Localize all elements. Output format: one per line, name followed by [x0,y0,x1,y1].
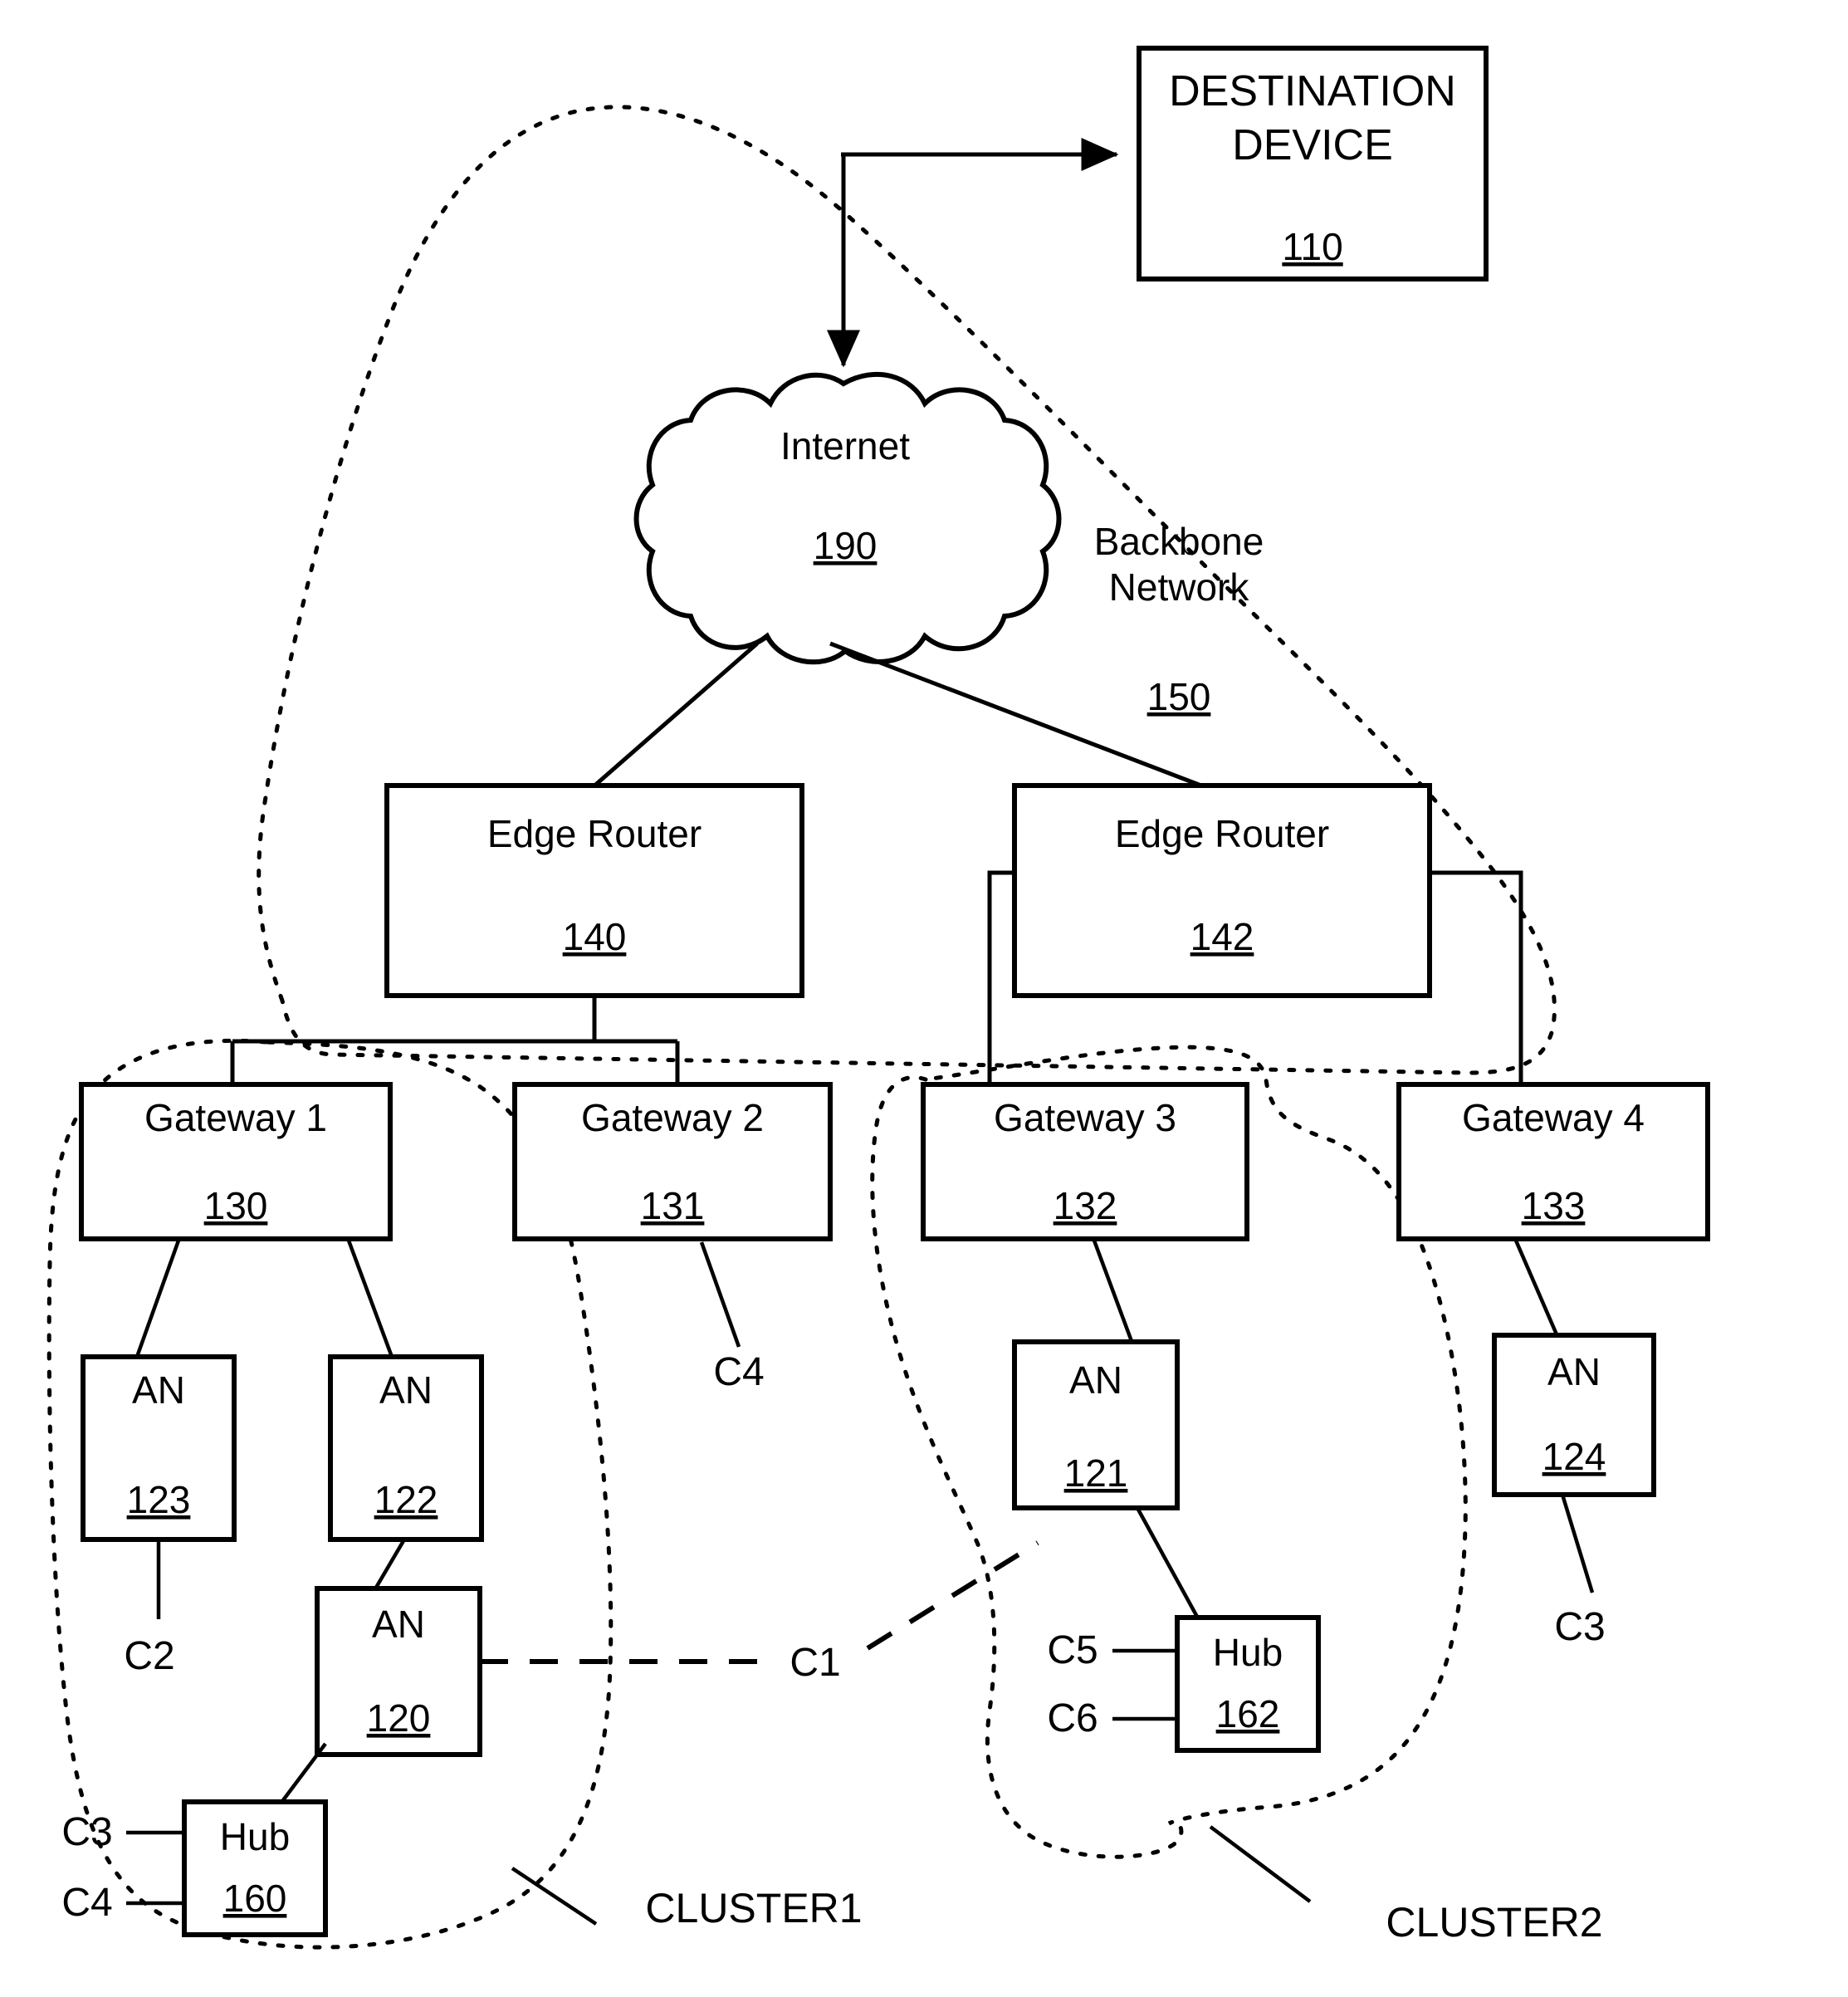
link-internet-edgerouter140 [591,642,759,789]
edge-router-142-ref: 142 [1190,915,1254,958]
gateway-1-label: Gateway 1 [144,1096,327,1139]
backbone-network-label-line2: Network [1109,565,1250,609]
client-c5-label: C5 [1047,1628,1098,1672]
edgerouter142-left-bus [987,870,1014,1084]
client-c6-label: C6 [1047,1696,1098,1740]
link-an124-c3 [1560,1494,1595,1593]
internet-cloud-shape[interactable] [633,371,1062,665]
cluster2-leader-line [1209,1825,1312,1903]
client-c3-hub160-label: C3 [61,1810,112,1854]
link-gw130-an123 [134,1240,181,1358]
network-diagram-svg: DESTINATION DEVICE 110 Internet 190 Back… [46,46,1710,1950]
an-122-label: AN [379,1368,433,1412]
backbone-network-ref: 150 [1147,675,1211,718]
hub-162-ref: 162 [1216,1692,1280,1735]
hub-160-label: Hub [220,1815,290,1858]
destination-device-label-line2: DEVICE [1232,121,1393,169]
cluster1-leader-line [511,1867,598,1926]
client-c4-gw2-label: C4 [713,1350,764,1394]
destination-device-label-line1: DESTINATION [1169,67,1456,115]
figure-canvas: DESTINATION DEVICE 110 Internet 190 Back… [0,0,1848,1997]
link-gw130-an122 [346,1240,394,1358]
gateway-4-label: Gateway 4 [1462,1096,1645,1139]
client-c3-an124-label: C3 [1554,1605,1605,1649]
an-120-label: AN [372,1603,425,1646]
client-c4-hub160-label: C4 [61,1881,112,1925]
an-124-ref: 124 [1542,1435,1606,1478]
gateway-3-ref: 132 [1054,1184,1117,1227]
an-121-label: AN [1069,1358,1122,1402]
link-an121-hub162 [1136,1506,1204,1627]
client-c1-label: C1 [790,1641,840,1685]
an-121-ref: 121 [1064,1451,1128,1495]
backbone-network-label-line1: Backbone [1094,520,1264,563]
an-123-ref: 123 [127,1478,191,1521]
edge-router-142-label: Edge Router [1115,812,1329,855]
edgerouter142-right-bus [1430,870,1523,1084]
gateway-2-label: Gateway 2 [581,1096,764,1139]
cluster2-label: CLUSTER2 [1386,1899,1602,1946]
cluster1-label: CLUSTER1 [645,1885,862,1931]
edge-router-140-label: Edge Router [487,812,702,855]
an-123-label: AN [132,1368,185,1412]
link-gw133-an124 [1513,1240,1562,1341]
internet-ref: 190 [814,524,878,567]
gateway-1-ref: 130 [204,1184,268,1227]
gateway-2-ref: 131 [641,1184,705,1227]
destination-device-ref: 110 [1282,225,1342,268]
link-gw131-c4 [699,1241,741,1348]
gateway-4-ref: 133 [1522,1184,1586,1227]
an-120-ref: 120 [367,1696,431,1740]
link-c1-right-segment [866,1540,1039,1651]
an-124-label: AN [1547,1350,1601,1393]
internet-label: Internet [780,424,910,467]
client-c2-label: C2 [124,1634,174,1678]
an-122-ref: 122 [374,1478,438,1521]
hub-160-ref: 160 [223,1877,287,1920]
gateway-3-label: Gateway 3 [994,1096,1176,1139]
edge-router-140-ref: 140 [563,915,627,958]
hub-162-label: Hub [1213,1631,1283,1674]
